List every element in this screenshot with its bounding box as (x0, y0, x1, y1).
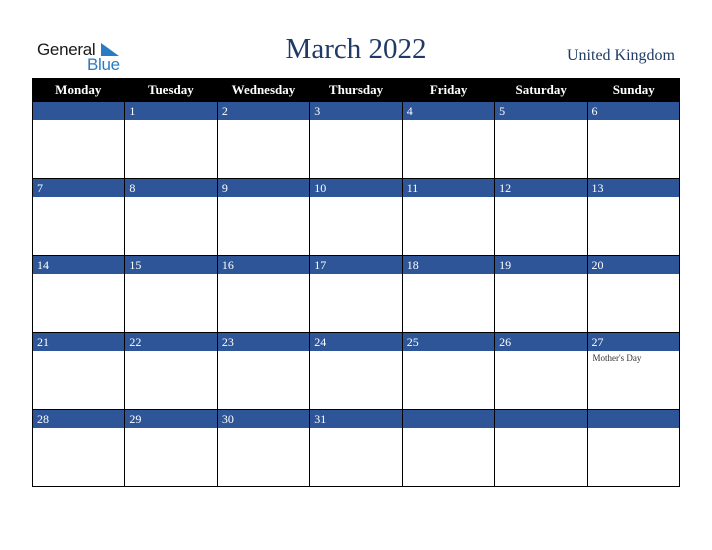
date-number (495, 410, 587, 428)
day-cell[interactable]: 12 (494, 179, 587, 255)
weekday-header: Monday Tuesday Wednesday Thursday Friday… (32, 78, 680, 102)
date-number: 12 (495, 179, 587, 197)
date-number: 13 (587, 179, 679, 197)
week-row: 28 29 30 31 (32, 410, 680, 487)
date-number: 27 (587, 333, 679, 351)
day-cell[interactable]: 30 (216, 410, 310, 486)
day-cell[interactable]: 16 (216, 256, 310, 332)
date-number: 5 (495, 102, 587, 120)
day-cell[interactable]: 29 (124, 410, 217, 486)
day-cell[interactable]: 21 (32, 333, 125, 409)
weekday-thursday: Thursday (328, 82, 384, 97)
week-row: 123456 (32, 102, 680, 179)
date-number: 8 (125, 179, 217, 197)
date-number: 2 (217, 102, 310, 120)
date-number (402, 410, 495, 428)
week-row: 21 22 23 24 25 26 27 Mother's Day (32, 333, 680, 410)
day-cell[interactable]: 2 (216, 102, 310, 178)
day-cell[interactable] (32, 102, 125, 178)
date-number: 7 (33, 179, 125, 197)
date-number: 23 (217, 333, 310, 351)
day-cell[interactable] (494, 410, 587, 486)
date-number: 11 (402, 179, 495, 197)
date-number: 10 (310, 179, 402, 197)
day-cell[interactable]: 31 (309, 410, 402, 486)
day-cell[interactable]: 23 (216, 333, 310, 409)
day-cell[interactable]: 15 (124, 256, 217, 332)
date-number: 1 (125, 102, 217, 120)
day-cell[interactable]: 10 (309, 179, 402, 255)
day-cell[interactable]: 27 Mother's Day (586, 333, 680, 409)
weekday-sunday: Sunday (612, 82, 655, 97)
weekday-monday: Monday (55, 82, 102, 97)
weekday-saturday: Saturday (515, 82, 567, 97)
day-cell[interactable]: 13 (586, 179, 680, 255)
day-cell[interactable]: 18 (401, 256, 495, 332)
date-number (587, 410, 679, 428)
day-cell[interactable]: 14 (32, 256, 125, 332)
day-cell[interactable]: 6 (586, 102, 680, 178)
day-cell[interactable]: 3 (309, 102, 402, 178)
day-cell[interactable]: 19 (494, 256, 587, 332)
weekday-friday: Friday (429, 82, 468, 97)
date-number: 20 (587, 256, 679, 274)
date-number: 28 (33, 410, 125, 428)
day-cell[interactable] (586, 410, 680, 486)
date-number: 30 (217, 410, 310, 428)
day-cell[interactable]: 7 (32, 179, 125, 255)
date-number: 25 (402, 333, 495, 351)
day-cell[interactable]: 11 (401, 179, 495, 255)
day-cell[interactable]: 4 (401, 102, 495, 178)
weekday-wednesday: Wednesday (231, 82, 296, 97)
date-number: 21 (33, 333, 125, 351)
holiday-event: Mother's Day (592, 353, 642, 363)
day-cell[interactable]: 28 (32, 410, 125, 486)
date-number: 14 (33, 256, 125, 274)
weekday-tuesday: Tuesday (147, 82, 194, 97)
week-row: 7 8 9 10 11 12 13 (32, 179, 680, 256)
date-number: 22 (125, 333, 217, 351)
day-cell[interactable]: 1 (124, 102, 217, 178)
day-cell[interactable]: 26 (494, 333, 587, 409)
date-number: 17 (310, 256, 402, 274)
day-cell[interactable]: 17 (309, 256, 402, 332)
day-cell[interactable]: 22 (124, 333, 217, 409)
day-cell[interactable]: 25 (401, 333, 495, 409)
date-number: 24 (310, 333, 402, 351)
day-cell[interactable] (401, 410, 495, 486)
weeks-container: 1 2 3 4 5 6 7 8 9 10 11 12 13 14 15 16 17 18 19 20 21 22 23 24 2… (32, 102, 680, 487)
date-number: 16 (217, 256, 310, 274)
date-number: 31 (310, 410, 402, 428)
date-number: 18 (402, 256, 495, 274)
date-number: 3 (310, 102, 402, 120)
date-number: 19 (495, 256, 587, 274)
date-number: 9 (217, 179, 310, 197)
day-cell[interactable]: 9 (216, 179, 310, 255)
date-number: 6 (587, 102, 679, 120)
day-cell[interactable]: 5 (494, 102, 587, 178)
date-number: 26 (495, 333, 587, 351)
day-cell[interactable]: 8 (124, 179, 217, 255)
calendar-grid: Monday Tuesday Wednesday Thursday Friday… (32, 78, 680, 487)
day-cell[interactable]: 20 (586, 256, 680, 332)
date-number (33, 102, 125, 120)
country-label: United Kingdom (567, 47, 675, 64)
day-cell[interactable]: 24 (309, 333, 402, 409)
date-number: 4 (402, 102, 495, 120)
date-number: 29 (125, 410, 217, 428)
date-number: 15 (125, 256, 217, 274)
week-row: 14 15 16 17 18 19 20 (32, 256, 680, 333)
